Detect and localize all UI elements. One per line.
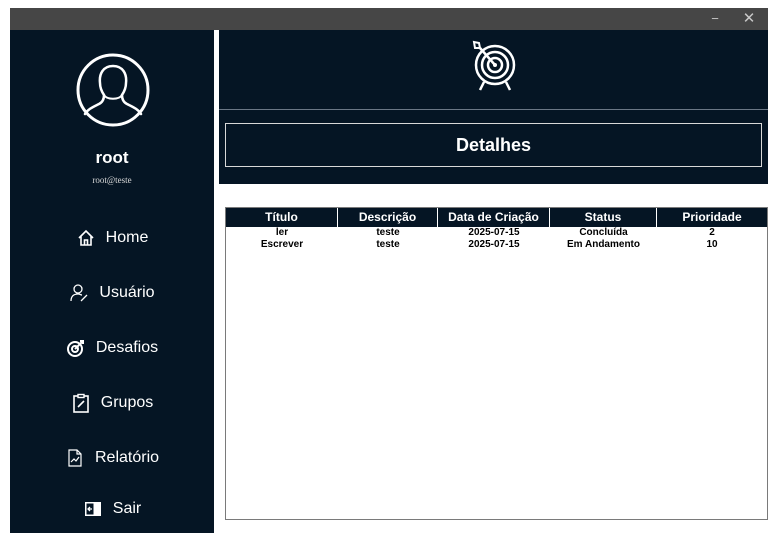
target-icon	[66, 340, 84, 357]
exit-icon	[84, 502, 101, 516]
header: Detalhes	[219, 30, 768, 184]
cell-data: 2025-07-15	[468, 227, 520, 238]
cell-status: Concluída	[579, 227, 628, 238]
column-header[interactable]: Descrição	[338, 208, 438, 227]
page-title: Detalhes	[225, 123, 762, 167]
column-header[interactable]: Título	[226, 208, 338, 227]
details-table[interactable]: Título Descrição Data de Criação Status …	[225, 207, 768, 520]
target-arrow-icon	[472, 40, 516, 91]
nav-usuario[interactable]: Usuário	[10, 273, 214, 313]
avatar	[76, 53, 150, 127]
user-email: root@teste	[92, 175, 132, 185]
column-header[interactable]: Prioridade	[657, 208, 767, 227]
nav-sair[interactable]: Sair	[10, 489, 214, 529]
home-icon	[78, 229, 94, 246]
cell-data: 2025-07-15	[468, 239, 520, 250]
nav-grupos-label: Grupos	[100, 394, 154, 411]
cell-descricao: teste	[376, 227, 400, 238]
title-bar: − ✕	[10, 8, 768, 30]
nav-home[interactable]: Home	[10, 218, 214, 258]
nav-home-label: Home	[105, 229, 149, 246]
nav-desafios-label: Desafios	[95, 339, 159, 356]
table-row[interactable]: ler teste 2025-07-15 Concluída 2	[226, 227, 767, 239]
nav-sair-label: Sair	[112, 500, 142, 517]
app-window: − ✕ root root@teste Home Usuário Desafio…	[10, 8, 768, 533]
nav-grupos[interactable]: Grupos	[10, 383, 214, 423]
table-row[interactable]: Escrever teste 2025-07-15 Em Andamento 1…	[226, 239, 767, 251]
minimize-button[interactable]: −	[701, 8, 729, 30]
nav-usuario-label: Usuário	[99, 284, 155, 301]
clipboard-icon	[72, 393, 89, 413]
sidebar: root root@teste Home Usuário Desafios Gr…	[10, 30, 214, 533]
nav-relatorio-label: Relatório	[94, 449, 160, 466]
report-icon	[68, 449, 82, 467]
cell-prioridade: 2	[709, 227, 715, 238]
column-header[interactable]: Status	[550, 208, 657, 227]
cell-titulo: ler	[275, 227, 289, 238]
header-separator	[219, 109, 768, 110]
table-header: Título Descrição Data de Criação Status …	[226, 208, 767, 227]
cell-titulo: Escrever	[260, 239, 304, 250]
user-icon	[70, 284, 88, 302]
nav-relatorio[interactable]: Relatório	[10, 438, 214, 478]
cell-status: Em Andamento	[567, 239, 640, 250]
close-button[interactable]: ✕	[735, 8, 763, 30]
nav-desafios[interactable]: Desafios	[10, 328, 214, 368]
cell-descricao: teste	[376, 239, 400, 250]
column-header[interactable]: Data de Criação	[438, 208, 550, 227]
username: root	[95, 148, 129, 167]
cell-prioridade: 10	[706, 239, 718, 250]
